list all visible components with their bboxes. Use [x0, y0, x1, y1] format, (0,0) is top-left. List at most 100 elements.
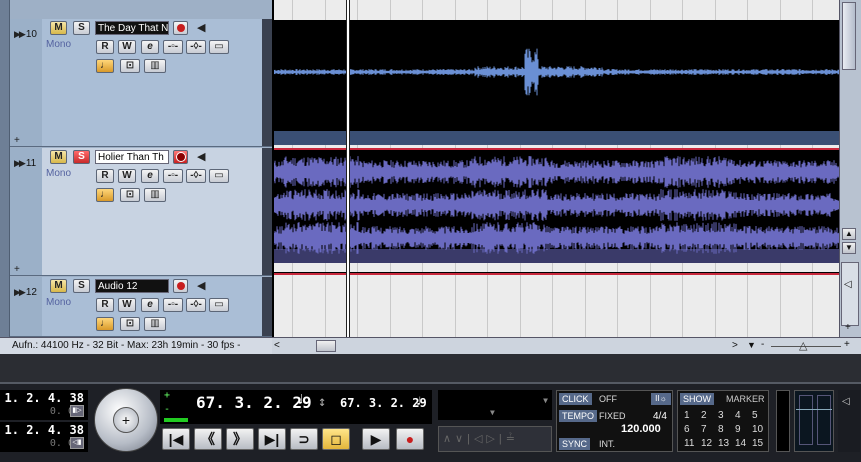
- zoom-handle-icon[interactable]: ◁: [844, 279, 852, 290]
- go-to-start-button[interactable]: |◀: [162, 428, 190, 450]
- eq-icon[interactable]: -◊-: [186, 169, 206, 183]
- track-name-field[interactable]: The Day That N: [95, 21, 169, 35]
- scroll-right-icon[interactable]: >: [732, 340, 738, 351]
- zoom-plus-icon[interactable]: +: [844, 339, 850, 350]
- lock-icon[interactable]: ⊡: [120, 188, 140, 202]
- time-signature[interactable]: 4/4: [653, 411, 667, 422]
- marker-dropdown[interactable]: ▼ ▼: [438, 390, 552, 420]
- play-button[interactable]: ▶: [362, 428, 390, 450]
- zoom-minus-icon[interactable]: -: [761, 339, 764, 350]
- lanes-icon[interactable]: ▥: [144, 59, 166, 73]
- lock-icon[interactable]: ⊡: [120, 59, 140, 73]
- insert-icon[interactable]: -▫-: [163, 298, 183, 312]
- project-cursor[interactable]: [347, 0, 349, 337]
- add-lane-icon[interactable]: +: [14, 264, 20, 275]
- send-icon[interactable]: ▭: [209, 169, 229, 183]
- write-automation-button[interactable]: W: [118, 298, 136, 312]
- jog-center-icon[interactable]: +: [113, 407, 139, 433]
- marker-5-button[interactable]: 5: [752, 410, 758, 421]
- solo-button[interactable]: S: [73, 279, 90, 293]
- marker-4-button[interactable]: 4: [735, 410, 741, 421]
- track-10[interactable]: ▶▶ 10 M S The Day That N ◀ Mono R W e -▫-…: [10, 19, 272, 147]
- track-12[interactable]: ▶▶ 12 M S Audio 12 ◀ Mono R W e -▫- -◊- ▭…: [10, 277, 272, 337]
- sync-label[interactable]: SYNC: [559, 438, 591, 450]
- marker-2-button[interactable]: 2: [701, 410, 707, 421]
- marker-1-button[interactable]: 1: [684, 410, 690, 421]
- horizontal-scroll-thumb[interactable]: [316, 340, 336, 352]
- marker-10-button[interactable]: 10: [752, 424, 763, 435]
- scroll-down-icon[interactable]: ▼: [842, 242, 856, 254]
- vertical-zoom-slider[interactable]: ◁: [841, 262, 859, 326]
- marker-7-button[interactable]: 7: [701, 424, 707, 435]
- mute-button[interactable]: M: [50, 279, 67, 293]
- send-icon[interactable]: ▭: [209, 40, 229, 54]
- vertical-scroll-thumb[interactable]: [842, 2, 856, 70]
- marker-13-button[interactable]: 13: [718, 438, 729, 449]
- write-automation-button[interactable]: W: [118, 169, 136, 183]
- marker-8-button[interactable]: 8: [718, 424, 724, 435]
- mute-button[interactable]: M: [50, 21, 67, 35]
- monitor-speaker-icon[interactable]: ◀: [197, 21, 205, 34]
- send-icon[interactable]: ▭: [209, 298, 229, 312]
- write-automation-button[interactable]: W: [118, 40, 136, 54]
- dropdown-arrow-icon-2[interactable]: ▼: [490, 408, 495, 417]
- edit-channel-button[interactable]: e: [141, 169, 159, 183]
- record-enable-button[interactable]: [173, 150, 188, 164]
- mute-button[interactable]: M: [50, 150, 67, 164]
- master-volume-slider[interactable]: ◁: [838, 390, 860, 452]
- fast-forward-button[interactable]: 》: [226, 428, 254, 450]
- time-base-note-icon[interactable]: ♩: [96, 317, 114, 331]
- right-locator-icon[interactable]: ◁▮: [70, 437, 84, 449]
- click-settings-icon[interactable]: II☼: [651, 393, 671, 405]
- marker-12-button[interactable]: 12: [701, 438, 712, 449]
- stop-button[interactable]: ◻: [322, 428, 350, 450]
- eq-icon[interactable]: -◊-: [186, 40, 206, 54]
- edit-channel-button[interactable]: e: [141, 40, 159, 54]
- automation-nav-icons[interactable]: ∧∨|◁▷|≟: [443, 432, 519, 445]
- add-lane-icon[interactable]: +: [14, 135, 20, 146]
- lanes-icon[interactable]: ▥: [144, 188, 166, 202]
- tempo-value[interactable]: 120.000: [621, 423, 661, 435]
- zoom-dropdown-icon[interactable]: ▼: [747, 340, 756, 350]
- scroll-up-icon[interactable]: ▲: [842, 228, 856, 240]
- scroll-left-icon[interactable]: <: [274, 340, 280, 351]
- marker-9-button[interactable]: 9: [735, 424, 741, 435]
- vertical-scrollbar[interactable]: ▲ ▼ ◁ +: [839, 0, 861, 337]
- insert-icon[interactable]: -▫-: [163, 169, 183, 183]
- track-name-field[interactable]: Holier Than Th: [95, 150, 169, 164]
- dropdown-arrow-icon[interactable]: ▼: [543, 396, 548, 405]
- marker-15-button[interactable]: 15: [752, 438, 763, 449]
- show-label[interactable]: SHOW: [680, 393, 714, 405]
- solo-button[interactable]: S: [73, 21, 90, 35]
- horizontal-zoom[interactable]: ▼ - △ +: [743, 337, 861, 354]
- marker-3-button[interactable]: 3: [718, 410, 724, 421]
- read-automation-button[interactable]: R: [96, 40, 114, 54]
- lock-icon[interactable]: ⊡: [120, 317, 140, 331]
- position-display[interactable]: + - 67. 3. 2. 29 ♩ ↕ 67. 3. 2. 29 ♩: [160, 390, 432, 424]
- volume-handle-icon[interactable]: ◁: [842, 396, 850, 407]
- position-minus-icon[interactable]: -: [164, 404, 170, 415]
- jog-shuttle-wheel[interactable]: +: [94, 388, 158, 452]
- time-base-note-icon[interactable]: ♩: [96, 188, 114, 202]
- click-label[interactable]: CLICK: [559, 393, 592, 405]
- solo-button[interactable]: S: [73, 150, 90, 164]
- monitor-speaker-icon[interactable]: ◀: [197, 279, 205, 292]
- tempo-label[interactable]: TEMPO: [559, 410, 598, 422]
- eq-icon[interactable]: -◊-: [186, 298, 206, 312]
- monitor-speaker-icon[interactable]: ◀: [197, 150, 205, 163]
- edit-channel-button[interactable]: e: [141, 298, 159, 312]
- zoom-slider-handle-icon[interactable]: △: [799, 339, 807, 352]
- left-locator-icon[interactable]: ▮▷: [70, 405, 84, 417]
- go-to-end-button[interactable]: ▶|: [258, 428, 286, 450]
- arrangement-area[interactable]: [272, 0, 839, 337]
- time-base-note-icon[interactable]: ♩: [96, 59, 114, 73]
- zoom-plus-icon[interactable]: +: [845, 322, 851, 333]
- cycle-button[interactable]: ⊃: [290, 428, 318, 450]
- audio-event-track-11[interactable]: [274, 148, 839, 263]
- position-plus-icon[interactable]: +: [164, 390, 170, 401]
- marker-14-button[interactable]: 14: [735, 438, 746, 449]
- track-11[interactable]: ▶▶ 11 M S Holier Than Th ◀ Mono R W e -▫-…: [10, 148, 272, 276]
- rewind-button[interactable]: 《: [194, 428, 222, 450]
- record-enable-button[interactable]: [173, 279, 188, 293]
- insert-icon[interactable]: -▫-: [163, 40, 183, 54]
